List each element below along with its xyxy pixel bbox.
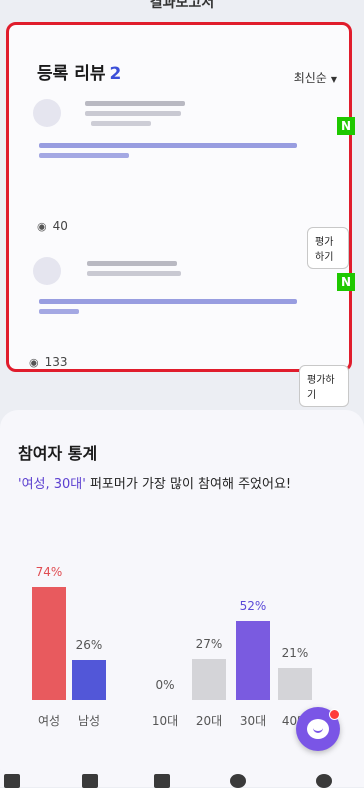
age-value-label-3: 21% xyxy=(281,646,309,660)
chat-tab-icon[interactable] xyxy=(230,774,246,788)
avatar xyxy=(33,99,61,127)
age-value-label-0: 0% xyxy=(155,678,175,692)
review-section-title: 등록 리뷰 2 xyxy=(37,59,121,84)
home-icon[interactable] xyxy=(4,774,20,788)
stats-subtitle-rest: 퍼포머가 가장 많이 참여해 주었어요! xyxy=(85,477,292,492)
gender-value-label-1: 26% xyxy=(75,638,103,652)
age-category-label-1: 20대 xyxy=(195,714,223,728)
age-value-label-1: 27% xyxy=(195,637,223,651)
blurred-review-text xyxy=(39,153,129,158)
view-count: ◉ 133 xyxy=(29,355,68,369)
naver-badge: N xyxy=(337,117,355,135)
review-item[interactable]: N ◉ 40 평가하기 xyxy=(9,97,355,269)
notification-dot xyxy=(329,709,340,720)
age-bar-2 xyxy=(236,621,270,700)
stats-title: 참여자 통계 xyxy=(18,444,98,463)
eye-icon: ◉ xyxy=(29,356,39,369)
gender-bar-1 xyxy=(72,660,106,700)
eye-icon: ◉ xyxy=(37,220,47,233)
stats-subtitle: '여성, 30대' 퍼포머가 가장 많이 참여해 주었어요! xyxy=(18,473,291,492)
rate-button[interactable]: 평가하기 xyxy=(299,365,349,407)
review-item[interactable]: N ◉ 133 평가하기 xyxy=(9,255,355,415)
sort-label: 최신순 xyxy=(293,71,327,85)
profile-icon[interactable] xyxy=(316,774,332,788)
gender-category-label-1: 남성 xyxy=(77,714,101,728)
stats-highlight: '여성, 30대' xyxy=(18,477,86,492)
document-icon[interactable] xyxy=(154,774,170,788)
sort-dropdown[interactable]: 최신순 ▼ xyxy=(294,69,337,86)
age-bar-1 xyxy=(192,659,226,700)
view-count: ◉ 40 xyxy=(37,219,68,233)
age-value-label-2: 52% xyxy=(239,599,267,613)
age-category-label-2: 30대 xyxy=(239,714,267,728)
blurred-review-text xyxy=(39,143,297,148)
review-count: 2 xyxy=(109,64,122,84)
gender-category-label-0: 여성 xyxy=(37,714,61,728)
blurred-review-text xyxy=(39,299,297,304)
blurred-name xyxy=(85,101,185,106)
review-section: 등록 리뷰 2 최신순 ▼ N ◉ 40 평가하기 N ◉ 133 평가하기 xyxy=(6,22,355,407)
blurred-date xyxy=(87,271,181,276)
gender-value-label-0: 74% xyxy=(35,565,63,579)
blurred-name xyxy=(87,261,177,266)
page-title: 결과보고서 xyxy=(149,0,215,11)
blurred-date xyxy=(85,111,181,116)
chat-button[interactable] xyxy=(296,707,340,751)
chat-icon xyxy=(307,719,329,739)
age-category-label-0: 10대 xyxy=(151,714,179,728)
bookmark-icon[interactable] xyxy=(82,774,98,788)
age-bar-3 xyxy=(278,668,312,700)
blurred-review-text xyxy=(39,309,79,314)
blurred-name xyxy=(91,121,151,126)
gender-bar-0 xyxy=(32,587,66,700)
bottom-tab-bar xyxy=(0,770,364,788)
naver-badge: N xyxy=(337,273,355,291)
review-title: 등록 리뷰 xyxy=(37,64,106,84)
chevron-down-icon: ▼ xyxy=(330,75,337,84)
avatar xyxy=(33,257,61,285)
